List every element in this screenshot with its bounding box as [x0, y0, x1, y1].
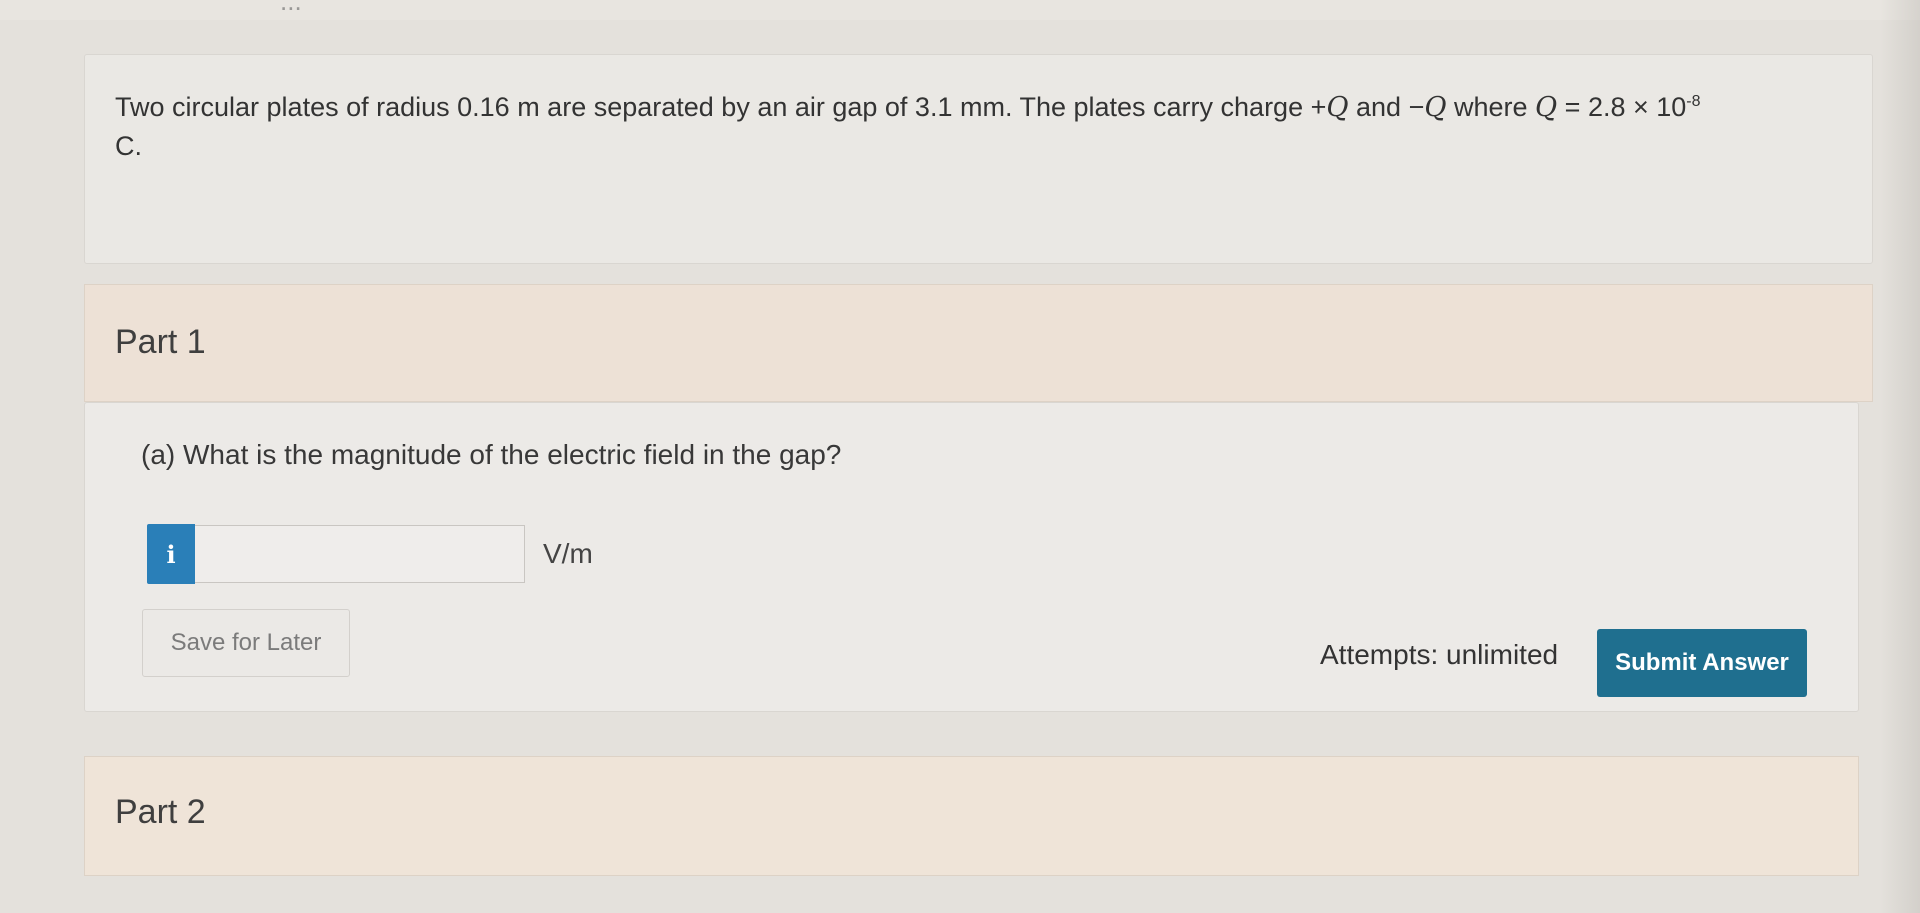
question-card: Two circular plates of radius 0.16 m are…: [84, 54, 1873, 264]
question-and: and −: [1348, 92, 1425, 122]
attempts-label: Attempts: unlimited: [1320, 639, 1559, 670]
answer-row: i V/m: [147, 523, 593, 585]
save-for-later-button[interactable]: Save for Later: [142, 609, 350, 677]
cropped-heading-text: ...: [280, 0, 302, 16]
part1-body: (a) What is the magnitude of the electri…: [84, 402, 1859, 712]
question-line-b: C.: [115, 131, 142, 161]
sub-question-a: (a) What is the magnitude of the electri…: [141, 439, 842, 470]
unit-label: V/m: [543, 538, 593, 569]
part2-header: Part 2: [84, 756, 1859, 876]
question-where: where: [1446, 92, 1536, 122]
q-symbol: Q: [1424, 92, 1447, 123]
answer-input[interactable]: [195, 525, 525, 583]
question-line-a: Two circular plates of radius 0.16 m are…: [115, 92, 1327, 122]
part1-header: Part 1: [84, 284, 1873, 402]
submit-answer-button[interactable]: Submit Answer: [1597, 629, 1807, 697]
question-exponent: -8: [1686, 93, 1701, 110]
info-icon[interactable]: i: [147, 524, 195, 584]
part2-title: Part 2: [115, 793, 206, 831]
q-symbol: Q: [1326, 92, 1349, 123]
edge-shade: [1880, 0, 1920, 913]
question-text: Two circular plates of radius 0.16 m are…: [115, 83, 1835, 165]
question-equals: = 2.8 × 10: [1557, 92, 1687, 122]
part1-title: Part 1: [115, 323, 206, 361]
top-strip: ...: [0, 0, 1920, 20]
q-symbol: Q: [1535, 92, 1558, 123]
